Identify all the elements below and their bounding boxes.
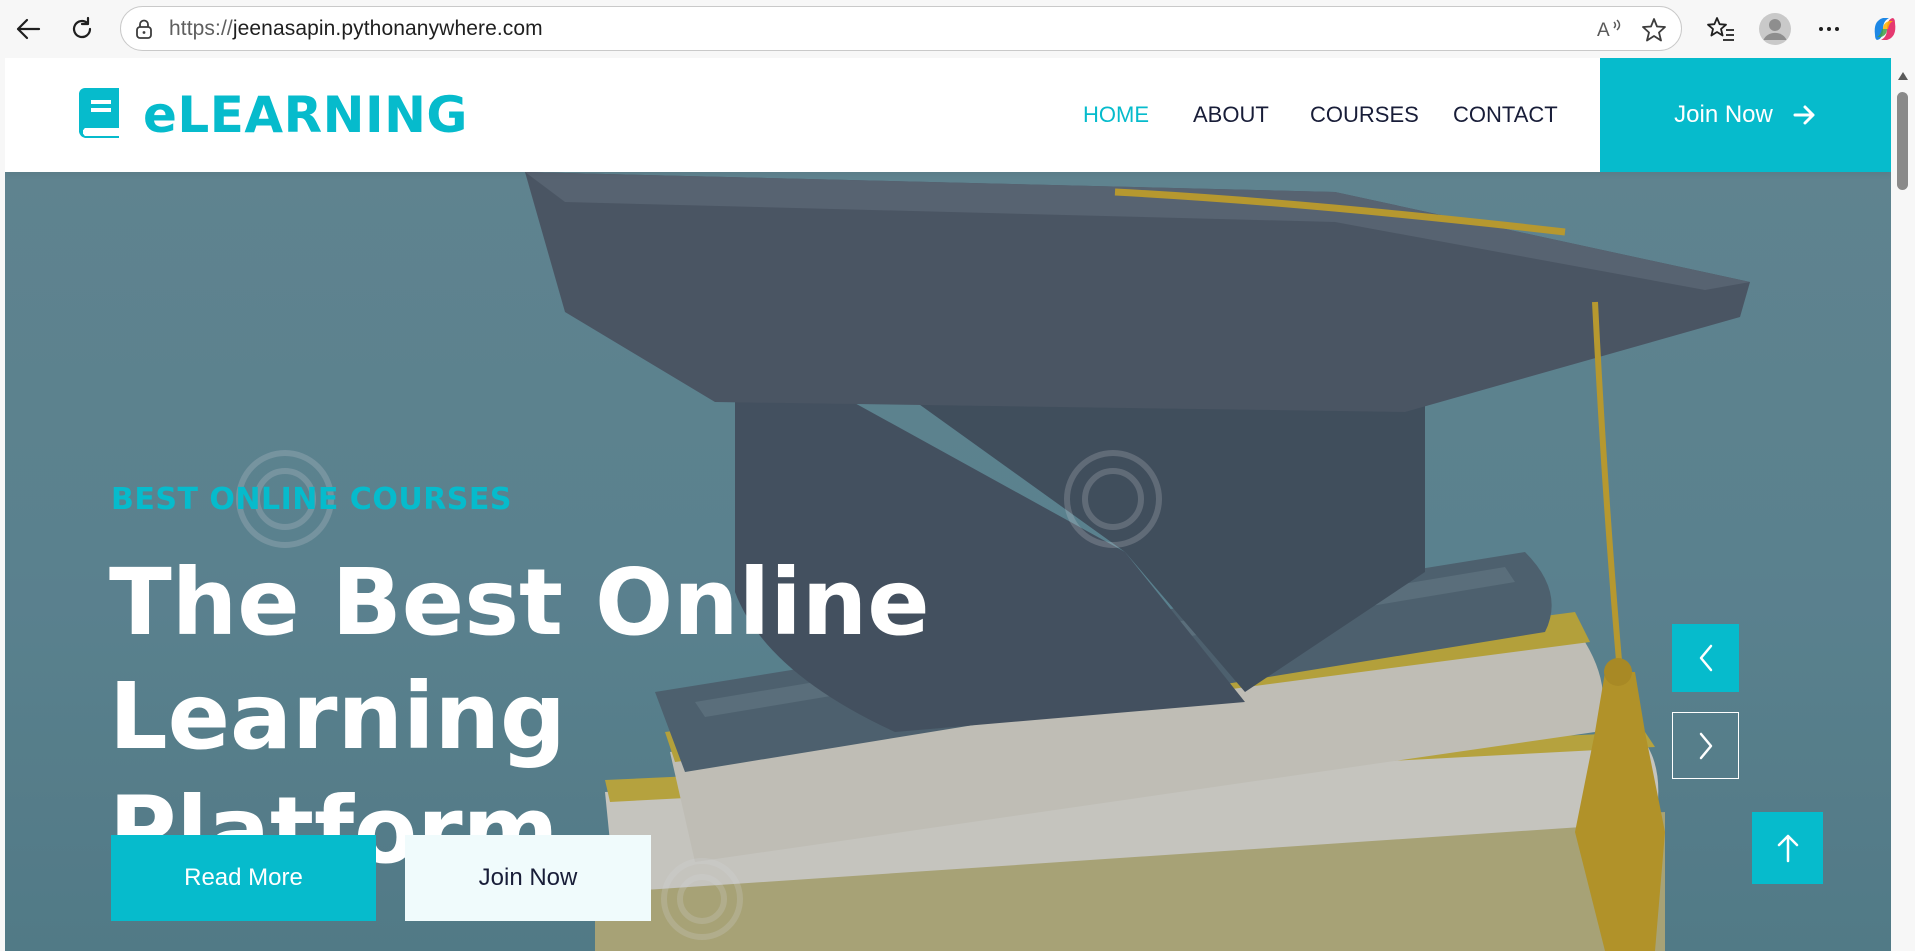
favorite-star-icon[interactable] bbox=[1640, 16, 1668, 49]
join-now-header-label: Join Now bbox=[1674, 101, 1773, 128]
more-icon[interactable] bbox=[1811, 11, 1847, 47]
arrow-up-icon bbox=[1777, 834, 1798, 863]
favorites-icon[interactable] bbox=[1703, 11, 1739, 47]
carousel-next-button[interactable] bbox=[1672, 712, 1739, 779]
site-navbar: eLEARNING HOME ABOUT COURSES CONTACT Joi… bbox=[5, 58, 1891, 172]
copilot-icon[interactable] bbox=[1867, 11, 1903, 47]
chevron-right-icon bbox=[1699, 732, 1712, 759]
nav-courses[interactable]: COURSES bbox=[1310, 102, 1419, 128]
hero-title-line-1: The Best Online bbox=[109, 549, 930, 656]
chevron-left-icon bbox=[1699, 644, 1712, 672]
brand-name: eLEARNING bbox=[143, 86, 468, 144]
url-host: jeenasapin.pythonanywhere.com bbox=[232, 17, 543, 40]
lock-icon[interactable] bbox=[133, 18, 155, 45]
arrow-right-icon bbox=[1793, 104, 1817, 126]
join-now-hero-button[interactable]: Join Now bbox=[405, 835, 651, 921]
brand-logo[interactable]: eLEARNING bbox=[77, 86, 468, 144]
scrollbar-thumb[interactable] bbox=[1897, 92, 1908, 190]
svg-text:A: A bbox=[1597, 20, 1610, 41]
nav-home[interactable]: HOME bbox=[1083, 102, 1149, 128]
read-more-button[interactable]: Read More bbox=[111, 835, 376, 921]
read-aloud-icon[interactable]: A bbox=[1596, 16, 1624, 47]
hero-eyebrow: BEST ONLINE COURSES bbox=[111, 482, 512, 517]
refresh-icon[interactable] bbox=[64, 11, 100, 47]
url-text[interactable]: https://jeenasapin.pythonanywhere.com bbox=[169, 17, 543, 41]
profile-icon[interactable] bbox=[1757, 11, 1793, 47]
book-icon bbox=[77, 87, 121, 143]
carousel-prev-button[interactable] bbox=[1672, 624, 1739, 692]
address-bar[interactable]: https://jeenasapin.pythonanywhere.com A bbox=[120, 6, 1682, 51]
back-to-top-button[interactable] bbox=[1752, 812, 1823, 884]
back-icon[interactable] bbox=[10, 11, 46, 47]
scroll-up-icon[interactable] bbox=[1897, 68, 1909, 86]
page-scrollbar[interactable] bbox=[1891, 58, 1915, 951]
join-now-header-button[interactable]: Join Now bbox=[1600, 58, 1891, 172]
browser-toolbar: https://jeenasapin.pythonanywhere.com A bbox=[0, 0, 1915, 58]
url-scheme: https:// bbox=[169, 17, 233, 40]
nav-about[interactable]: ABOUT bbox=[1193, 102, 1269, 128]
web-page: eLEARNING HOME ABOUT COURSES CONTACT Joi… bbox=[5, 58, 1891, 951]
hero-carousel: BEST ONLINE COURSES The Best Online Lear… bbox=[5, 172, 1891, 951]
nav-contact[interactable]: CONTACT bbox=[1453, 102, 1558, 128]
